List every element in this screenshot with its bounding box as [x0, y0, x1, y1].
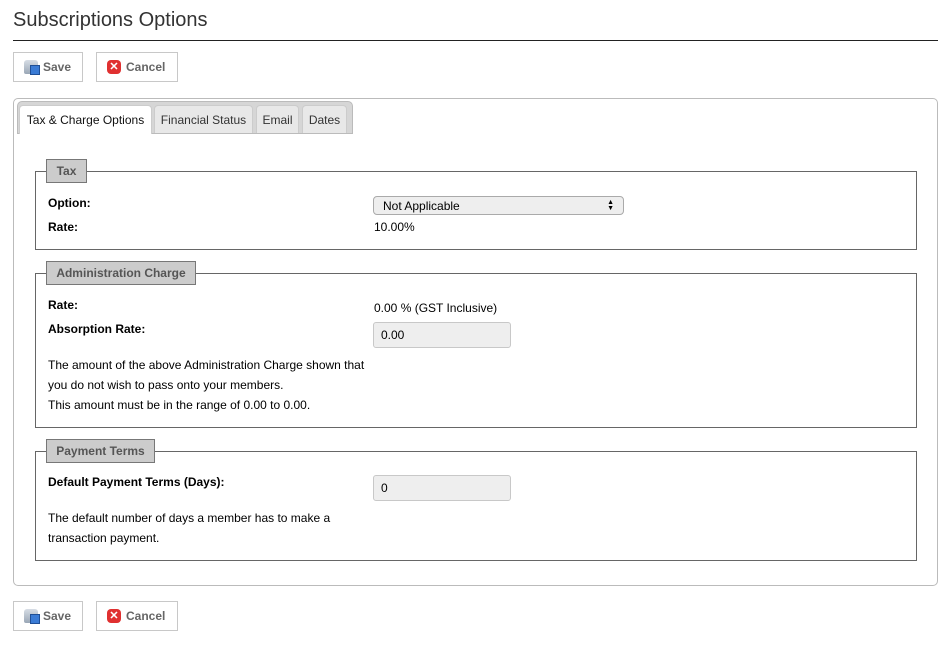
- page-title: Subscriptions Options: [13, 9, 208, 31]
- tax-option-select[interactable]: Not Applicable ▲ ▼: [373, 196, 624, 215]
- save-button[interactable]: Save: [13, 52, 83, 82]
- cancel-label: Cancel: [126, 609, 166, 623]
- cancel-button-bottom[interactable]: ✕ Cancel: [96, 601, 178, 631]
- save-icon: [24, 609, 40, 624]
- title-divider: [13, 40, 938, 41]
- tax-rate-value: 10.00%: [374, 220, 415, 234]
- tab-financial-status[interactable]: Financial Status: [154, 105, 253, 133]
- cancel-icon: ✕: [107, 60, 121, 74]
- save-button-bottom[interactable]: Save: [13, 601, 83, 631]
- absorption-range-help: This amount must be in the range of 0.00…: [48, 398, 311, 412]
- admin-rate-value: 0.00 % (GST Inclusive): [374, 301, 498, 315]
- payment-terms-label: Default Payment Terms (Days):: [48, 475, 225, 489]
- option-label: Option:: [48, 196, 91, 210]
- payment-terms-legend: Payment Terms: [46, 439, 155, 463]
- payment-terms-help: The default number of days a member has …: [48, 511, 331, 545]
- tab-dates[interactable]: Dates: [302, 105, 347, 133]
- absorption-rate-input[interactable]: 0.00: [373, 322, 511, 348]
- tax-legend: Tax: [46, 159, 87, 183]
- payment-terms-input[interactable]: 0: [373, 475, 511, 501]
- tab-email[interactable]: Email: [256, 105, 299, 133]
- cancel-label: Cancel: [126, 60, 166, 74]
- select-arrows-icon: ▲ ▼: [607, 198, 614, 212]
- absorption-help: The amount of the above Administration C…: [48, 358, 365, 392]
- cancel-button[interactable]: ✕ Cancel: [96, 52, 178, 82]
- absorption-rate-label: Absorption Rate:: [48, 322, 146, 336]
- tax-option-value: Not Applicable: [383, 198, 460, 213]
- admin-charge-legend: Administration Charge: [46, 261, 196, 285]
- tab-tax-charge-options[interactable]: Tax & Charge Options: [19, 105, 152, 134]
- save-icon: [24, 60, 40, 75]
- admin-rate-label: Rate:: [48, 298, 79, 312]
- save-label: Save: [43, 609, 72, 623]
- tax-rate-label: Rate:: [48, 220, 79, 234]
- save-label: Save: [43, 60, 72, 74]
- cancel-icon: ✕: [107, 609, 121, 623]
